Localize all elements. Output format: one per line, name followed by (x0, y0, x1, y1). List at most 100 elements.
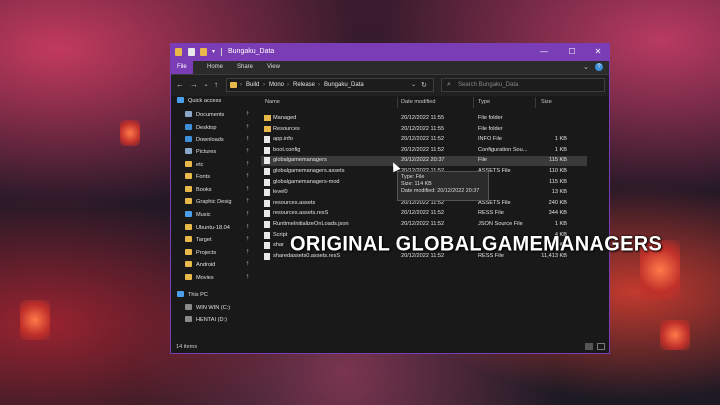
back-arrow-icon[interactable]: ← (175, 80, 185, 90)
table-row[interactable]: RuntimeInitializeOnLoads.json 20/12/2022 … (261, 220, 587, 230)
folder-icon (185, 274, 192, 280)
sidebar-item-downloads[interactable]: Downloads † (185, 136, 251, 146)
tab-home[interactable]: Home (201, 61, 229, 74)
file-size: 240 KB (548, 199, 567, 206)
breadcrumb-separator: › (287, 82, 289, 88)
tab-view[interactable]: View (261, 61, 286, 74)
tab-share[interactable]: Share (231, 61, 259, 74)
close-button[interactable]: ✕ (589, 46, 607, 58)
address-bar[interactable]: › Build › Mono › Release › Bungaku_Data … (226, 78, 434, 92)
sidebar-item-fonts[interactable]: Fonts † (185, 173, 251, 183)
sidebar-item-projects[interactable]: Projects † (185, 249, 251, 259)
table-row[interactable]: resources.assets.resS 20/12/2022 11:52 RES… (261, 209, 587, 219)
column-separator[interactable] (397, 97, 398, 108)
file-type: Configuration Sou... (478, 146, 528, 153)
new-folder-icon[interactable] (200, 48, 207, 56)
sidebar-item-graphic-desig[interactable]: Graphic Desig † (185, 198, 251, 208)
file-type: File folder (478, 125, 503, 132)
folder-icon (175, 48, 182, 56)
column-header-date[interactable]: Date modified (401, 99, 436, 105)
search-input[interactable]: ⌕ Search Bungaku_Data (441, 78, 605, 92)
item-count: 14 items (176, 344, 198, 350)
file-type: INFO File (478, 136, 502, 143)
sidebar-item-pictures[interactable]: Pictures † (185, 148, 251, 158)
sidebar-item-desktop[interactable]: Desktop † (185, 124, 251, 134)
file-date: 20/12/2022 11:52 (401, 210, 445, 217)
file-name: resources.assets (273, 199, 316, 206)
refresh-icon[interactable]: ↻ (421, 81, 427, 89)
file-name: RuntimeInitializeOnLoads.json (273, 221, 349, 227)
sidebar-item-etc[interactable]: etc † (185, 161, 251, 171)
tab-file[interactable]: File (171, 61, 193, 74)
breadcrumb-build[interactable]: Build (246, 82, 259, 88)
sidebar-item-ubuntu-18-04[interactable]: Ubuntu-18.04 † (185, 224, 251, 234)
column-separator[interactable] (473, 97, 474, 108)
pictures-icon (185, 148, 192, 154)
breadcrumb-bungaku-data[interactable]: Bungaku_Data (324, 82, 364, 88)
table-row[interactable]: Managed 20/12/2022 11:55 File folder (261, 114, 587, 124)
sidebar-item-movies[interactable]: Movies † (185, 274, 251, 284)
breadcrumb-mono[interactable]: Mono (269, 82, 284, 88)
properties-icon[interactable] (188, 48, 195, 56)
chevron-down-icon[interactable]: ▾ (212, 48, 219, 56)
file-date: 20/12/2022 20:37 (401, 157, 445, 164)
table-row[interactable]: boot.config 20/12/2022 11:52 Configuration… (261, 146, 587, 156)
file-icon (264, 136, 270, 144)
sidebar-item-music[interactable]: Music † (185, 211, 251, 221)
file-type: File (478, 157, 488, 164)
folder-icon (185, 161, 192, 167)
separator-icon (221, 48, 222, 56)
folder-icon (185, 224, 192, 230)
column-header-type[interactable]: Type (478, 99, 490, 105)
file-size: 1 KB (554, 146, 567, 153)
pin-icon: † (246, 236, 249, 242)
folder-icon (185, 186, 192, 192)
file-size: 115 KB (549, 157, 567, 164)
details-view-icon[interactable] (585, 343, 593, 350)
search-icon: ⌕ (447, 81, 451, 88)
sidebar-item-target[interactable]: Target † (185, 236, 251, 246)
sidebar-item-label: Pictures (196, 149, 217, 155)
address-row: ← → ⌄ ↑ › Build › Mono › Release › Bunga… (171, 75, 609, 96)
chevron-down-icon[interactable]: ⌄ (583, 63, 589, 71)
computer-icon (177, 291, 184, 297)
sidebar-item-label: Documents (196, 112, 225, 118)
documents-icon (185, 111, 192, 117)
table-row[interactable]: globalgamemanagers 20/12/2022 20:37 File 11… (261, 156, 587, 167)
column-separator[interactable] (535, 97, 536, 108)
minimize-button[interactable]: — (535, 46, 553, 58)
file-icon (264, 221, 270, 228)
chevron-down-icon[interactable]: ⌄ (411, 81, 416, 88)
column-header-size[interactable]: Size (541, 99, 552, 105)
column-header-name[interactable]: Name (265, 99, 280, 105)
sidebar-item-label: Downloads (196, 137, 224, 143)
tooltip-type: Type: File (401, 174, 425, 180)
sidebar-item-this-pc[interactable]: This PC (177, 291, 243, 301)
file-type: RESS File (478, 210, 504, 217)
sidebar-item-documents[interactable]: Documents † (185, 111, 251, 121)
forward-arrow-icon[interactable]: → (189, 80, 199, 90)
file-name: boot.config (273, 146, 301, 153)
up-arrow-icon[interactable]: ↑ (211, 80, 221, 90)
breadcrumb-release[interactable]: Release (293, 82, 315, 88)
video-caption: ORIGINAL GLOBALGAMEMANAGERS (290, 232, 663, 256)
maximize-button[interactable]: ☐ (563, 46, 581, 58)
title-bar[interactable]: ▾ Bungaku_Data — ☐ ✕ (171, 44, 609, 61)
lantern-decoration (20, 300, 50, 340)
table-row[interactable]: app.info 20/12/2022 11:52 INFO File 1 KB (261, 135, 587, 145)
sidebar-item-hentai-d[interactable]: HENTAI (D:) (185, 316, 251, 326)
large-icons-view-icon[interactable] (597, 343, 605, 350)
fonts-icon (185, 173, 192, 179)
folder-icon (185, 236, 192, 242)
file-name: globalgamemanagers.assets (273, 168, 345, 174)
sidebar-item-quick-access[interactable]: Quick access (177, 97, 243, 107)
chevron-down-icon[interactable]: ⌄ (201, 80, 211, 90)
sidebar-item-win-win-c[interactable]: WIN WIN (C:) (185, 304, 251, 314)
sidebar-item-books[interactable]: Books † (185, 186, 251, 196)
table-row[interactable]: Resources 20/12/2022 11:55 File folder (261, 125, 587, 135)
pin-icon: † (246, 249, 249, 255)
pin-icon: † (246, 274, 249, 280)
file-date: 20/12/2022 11:52 (401, 136, 445, 143)
help-icon[interactable]: ? (595, 63, 603, 71)
sidebar-item-android[interactable]: Android † (185, 261, 251, 271)
